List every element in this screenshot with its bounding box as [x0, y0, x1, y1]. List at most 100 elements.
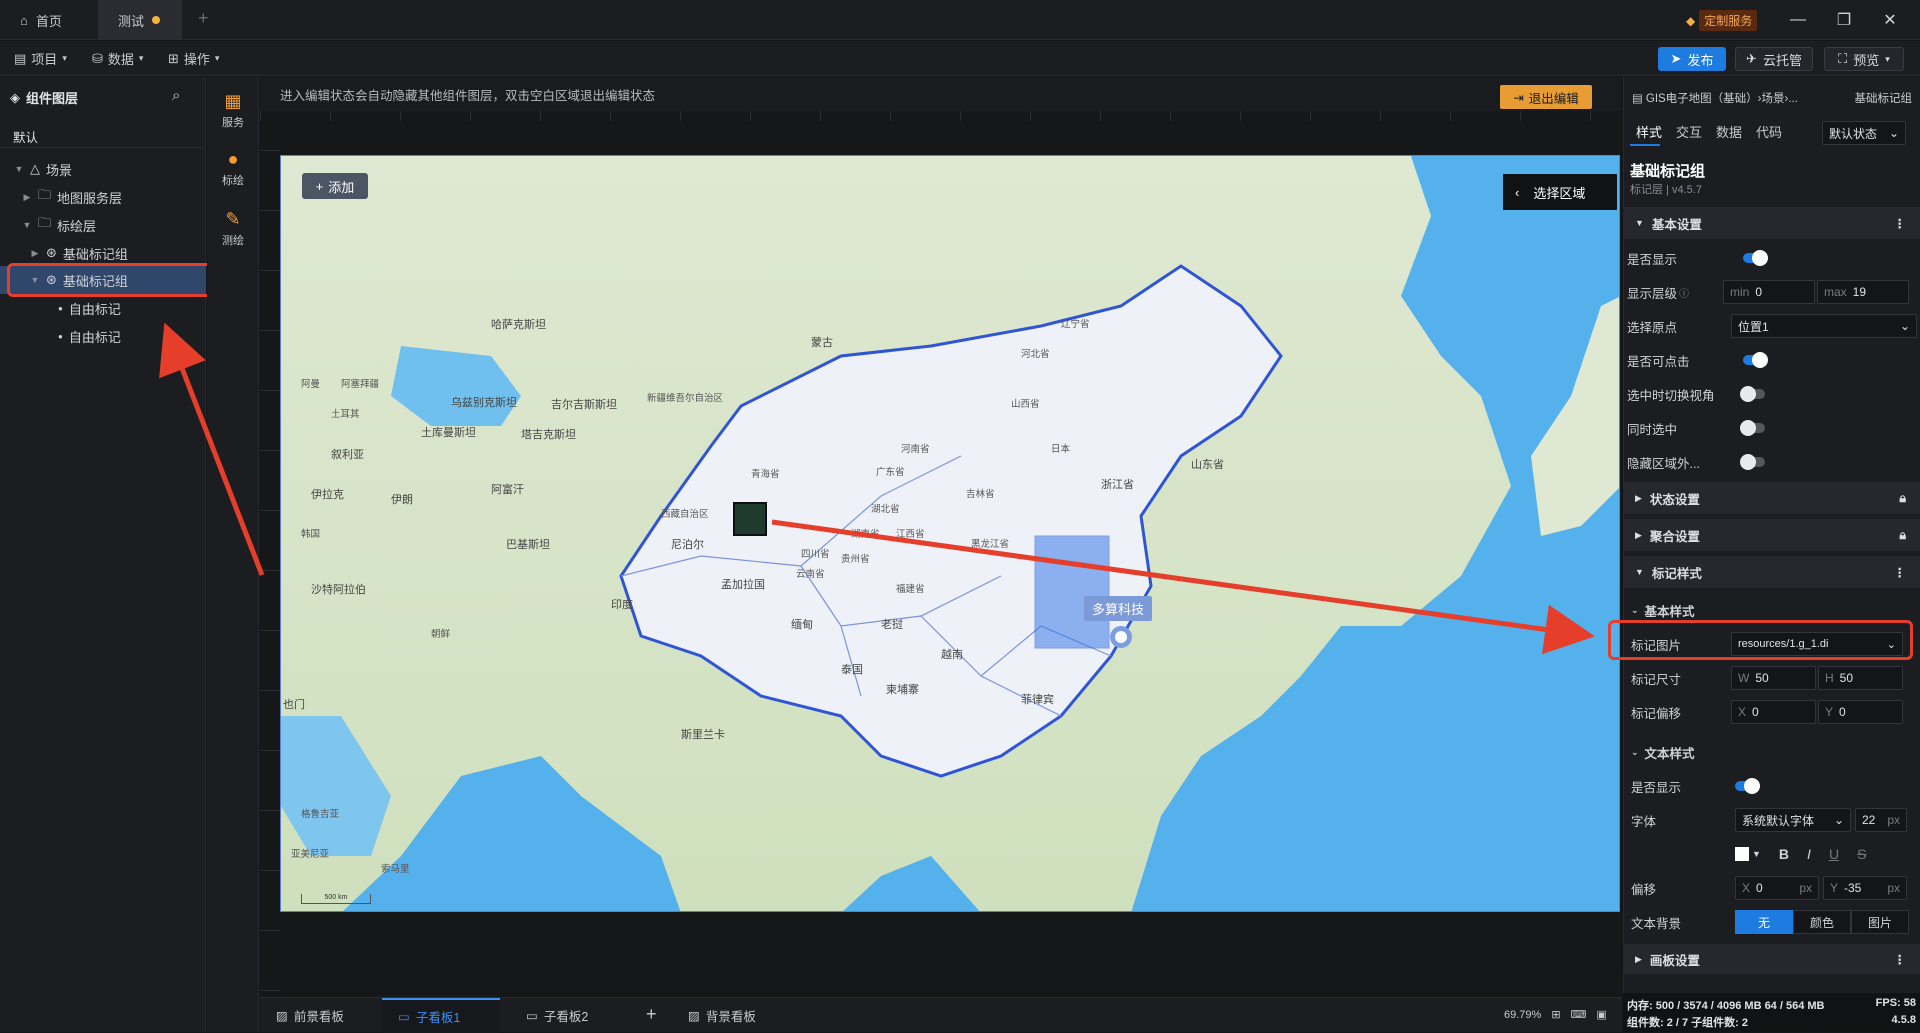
folder-icon: 🗀 — [38, 215, 52, 230]
map-label: 湖北省 — [871, 504, 900, 515]
tab-sub-board-2[interactable]: ▭ 子看板2 — [510, 998, 604, 1033]
fit-screen-icon[interactable]: ⊞ — [1551, 1008, 1560, 1021]
bg-option-color[interactable]: 颜色 — [1793, 910, 1851, 934]
section-cluster-settings[interactable]: ▶ 聚合设置 🔒︎ — [1623, 519, 1920, 551]
switch-view-toggle[interactable] — [1740, 386, 1765, 402]
map-label: 河北省 — [1021, 349, 1050, 360]
marker-height-input[interactable]: H 50 — [1818, 666, 1903, 690]
tab-data[interactable]: 数据 — [1716, 122, 1742, 141]
font-size-input[interactable]: 22 px — [1855, 808, 1907, 832]
fullscreen-icon: ⛶ — [1838, 51, 1848, 66]
custom-service-button[interactable]: ◆ 定制服务 — [1686, 10, 1758, 31]
text-offset-x-input[interactable]: X 0 px — [1735, 876, 1819, 900]
database-icon: ⛁ — [92, 50, 103, 66]
marker-text-label: 多算科技 — [1084, 596, 1153, 621]
chevron-down-icon: ▾ — [1885, 53, 1890, 64]
marker-image[interactable] — [733, 502, 767, 536]
marker-offset-x-input[interactable]: X0 — [1731, 700, 1816, 724]
exit-edit-button[interactable]: ⇥ 退出编辑 — [1500, 85, 1592, 109]
tree-node-free-marker-2[interactable]: ● 自由标记 ◉ — [0, 322, 206, 350]
caret-right-icon: ▶ — [1635, 492, 1642, 503]
section-basic-settings[interactable]: ▼ 基本设置 ⋮ — [1623, 207, 1920, 239]
close-icon[interactable]: ✕ — [1867, 0, 1913, 40]
strikethrough-icon[interactable]: S — [1857, 846, 1866, 862]
tree-node-free-marker-1[interactable]: ● 自由标记 — [0, 294, 206, 322]
more-icon[interactable]: ⋮ — [1894, 216, 1907, 231]
origin-select[interactable]: 位置1 ⌄ — [1731, 314, 1917, 338]
chevron-down-icon: ⌄ — [1899, 319, 1910, 333]
menu-project[interactable]: ▤ 项目 ▾ — [14, 41, 67, 76]
menu-operate[interactable]: ⊞ 操作 ▾ — [168, 41, 219, 76]
section-panel-settings[interactable]: ▶ 画板设置 ⋮ — [1623, 944, 1920, 974]
section-state-settings[interactable]: ▶ 状态设置 🔒︎ — [1623, 482, 1920, 514]
tab-style[interactable]: 样式 — [1636, 122, 1662, 141]
gis-map[interactable]: 哈萨克斯坦 蒙古 新疆维吾尔自治区 乌兹别克斯坦 吉尔吉斯斯坦 塔吉克斯坦 土库… — [280, 155, 1620, 912]
more-icon[interactable]: ⋮ — [1894, 565, 1907, 580]
publish-button[interactable]: ➤ 发布 — [1658, 47, 1726, 71]
plane-icon: ✈ — [1746, 51, 1757, 66]
add-board-plus-icon[interactable]: + — [646, 1004, 657, 1025]
add-button[interactable]: + 添加 — [302, 173, 368, 199]
menu-data[interactable]: ⛁ 数据 ▾ — [92, 41, 143, 76]
hide-outside-toggle[interactable] — [1740, 454, 1765, 470]
underline-icon[interactable]: U — [1829, 846, 1839, 862]
cloud-hosting-button[interactable]: ✈ 云托管 — [1735, 47, 1813, 71]
zoom-value[interactable]: 69.79% — [1504, 1009, 1541, 1021]
bold-icon[interactable]: B — [1779, 846, 1789, 862]
show-toggle[interactable] — [1743, 250, 1768, 266]
font-color-picker[interactable]: ▼ — [1735, 847, 1761, 861]
font-select[interactable]: 系统默认字体 ⌄ — [1735, 808, 1851, 832]
subsection-text-style[interactable]: ⌄ 文本样式 — [1623, 738, 1920, 766]
terminal-icon[interactable]: ▣ — [1596, 1008, 1606, 1021]
marker-offset-y-input[interactable]: Y0 — [1818, 700, 1903, 724]
tab-test[interactable]: 测试 — [98, 0, 182, 40]
chevron-down-icon: ⌄ — [1833, 813, 1844, 827]
minimize-icon[interactable]: — — [1775, 0, 1821, 40]
state-dropdown[interactable]: 默认状态 ⌄ — [1822, 121, 1906, 145]
tab-code[interactable]: 代码 — [1756, 122, 1782, 141]
bg-option-none[interactable]: 无 — [1735, 910, 1793, 934]
layer-tab-default[interactable]: 默认 — [13, 127, 38, 146]
tree-node-plot-layer[interactable]: ▼ 🗀 标绘层 — [0, 211, 206, 239]
search-icon[interactable]: ⌕ — [172, 87, 180, 104]
map-label: 西藏自治区 — [661, 509, 709, 520]
tab-home[interactable]: ⌂ 首页 — [0, 0, 82, 40]
map-label: 朝鲜 — [431, 629, 451, 640]
toolbar: ▤ 项目 ▾ ⛁ 数据 ▾ ⊞ 操作 ▾ ➤ 发布 ✈ 云托管 ⛶ 预览 ▾ — [0, 41, 1920, 76]
map-label: 阿塞拜疆 — [341, 379, 380, 390]
bg-option-image[interactable]: 图片 — [1851, 910, 1909, 934]
row-origin: 选择原点 位置1 ⌄ — [1623, 312, 1920, 340]
new-tab-plus-icon[interactable]: + — [198, 8, 209, 29]
marker-dot[interactable] — [1110, 626, 1132, 648]
vertical-ruler — [260, 121, 280, 991]
level-max-input[interactable]: max 19 — [1817, 280, 1909, 304]
text-show-toggle[interactable] — [1735, 778, 1760, 794]
marker-width-input[interactable]: W 50 — [1731, 666, 1816, 690]
tool-measure[interactable]: ✎ 测绘 — [207, 209, 259, 248]
map-label: 山西省 — [1011, 399, 1040, 410]
eye-hidden-icon[interactable]: ◉ — [163, 331, 172, 342]
help-icon[interactable]: ⓘ — [1679, 285, 1723, 300]
tab-foreground-board[interactable]: ▨ 前景看板 — [260, 998, 360, 1033]
chevron-left-icon: ‹ — [1515, 184, 1520, 200]
tree-node-scene[interactable]: ▼ △ 场景 — [0, 155, 206, 183]
clickable-toggle[interactable] — [1743, 352, 1768, 368]
keyboard-icon[interactable]: ⌨ — [1571, 1008, 1587, 1021]
restore-icon[interactable]: ❐ — [1821, 0, 1867, 40]
tab-interaction[interactable]: 交互 — [1676, 122, 1702, 141]
text-offset-y-input[interactable]: Y -35 px — [1823, 876, 1907, 900]
section-marker-style[interactable]: ▼ 标记样式 ⋮ — [1623, 556, 1920, 588]
preview-button[interactable]: ⛶ 预览 ▾ — [1824, 47, 1904, 71]
tree-node-map-service[interactable]: ▶ 🗀 地图服务层 — [0, 183, 206, 211]
map-label: 贵州省 — [841, 554, 870, 565]
tab-sub-board-1[interactable]: ▭ 子看板1 — [382, 998, 500, 1033]
select-area-button[interactable]: ‹ 选择区域 — [1503, 174, 1617, 210]
tool-service[interactable]: ▦ 服务 — [207, 91, 259, 130]
more-icon[interactable]: ⋮ — [1894, 952, 1907, 967]
tool-plot[interactable]: ● 标绘 — [207, 149, 259, 188]
map-label: 缅甸 — [791, 619, 813, 631]
same-select-toggle[interactable] — [1740, 420, 1765, 436]
level-min-input[interactable]: min 0 — [1723, 280, 1815, 304]
italic-icon[interactable]: I — [1807, 846, 1811, 862]
tab-background-board[interactable]: ▨ 背景看板 — [672, 998, 772, 1033]
